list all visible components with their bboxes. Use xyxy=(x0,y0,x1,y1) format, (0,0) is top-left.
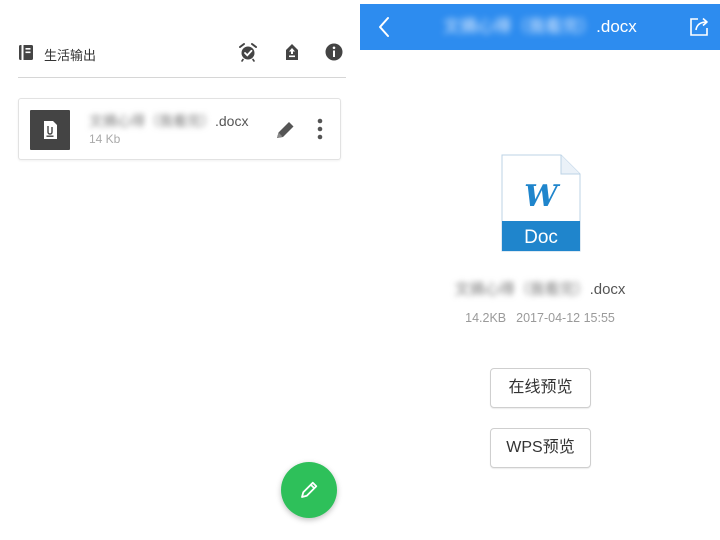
share-icon[interactable] xyxy=(688,16,710,38)
edit-pencil-icon[interactable] xyxy=(273,119,297,141)
file-thumbnail-icon xyxy=(30,110,70,150)
info-icon[interactable] xyxy=(324,42,344,62)
left-panel: 生活输出 文摘心得（我看完）.docx 14 Kb xyxy=(0,0,360,540)
pencil-icon xyxy=(301,481,318,498)
top-bar: 文摘心得（我看完）.docx xyxy=(360,4,720,50)
file-name-ext: .docx xyxy=(215,113,249,129)
more-vertical-icon[interactable] xyxy=(315,117,325,143)
doc-badge-letter: W xyxy=(524,179,561,214)
document-title-ext: .docx xyxy=(596,17,637,36)
alarm-icon[interactable] xyxy=(238,42,258,62)
wps-preview-button[interactable]: WPS预览 xyxy=(490,428,591,468)
document-title-blurred: 文摘心得（我看完） xyxy=(443,17,597,36)
document-title: 文摘心得（我看完）.docx xyxy=(360,4,720,50)
file-name-blurred: 文摘心得（我看完） xyxy=(89,113,215,129)
file-size: 14 Kb xyxy=(89,132,121,146)
document-name: 文摘心得（我看完）.docx xyxy=(360,278,720,299)
file-name: 文摘心得（我看完）.docx xyxy=(89,111,248,131)
word-doc-icon: W Doc xyxy=(501,154,581,252)
folder-title: 生活输出 xyxy=(44,48,97,63)
file-list-item[interactable]: 文摘心得（我看完）.docx 14 Kb xyxy=(18,98,341,160)
document-meta: 14.2KB 2017-04-12 15:55 xyxy=(360,311,720,325)
upload-icon[interactable] xyxy=(282,42,302,62)
document-name-ext: .docx xyxy=(589,281,626,298)
document-date: 2017-04-12 15:55 xyxy=(516,311,615,325)
doc-badge-label: Doc xyxy=(524,227,558,248)
new-note-fab[interactable] xyxy=(281,462,337,518)
document-size: 14.2KB xyxy=(465,311,507,325)
back-chevron-icon[interactable] xyxy=(376,15,392,39)
right-panel: 文摘心得（我看完）.docx W Doc 文摘心得（我看完）.docx 14.2… xyxy=(360,0,720,540)
book-icon xyxy=(19,45,33,60)
online-preview-button[interactable]: 在线预览 xyxy=(490,368,591,408)
document-name-blurred: 文摘心得（我看完） xyxy=(454,281,590,298)
folder-header: 生活输出 xyxy=(18,38,346,78)
